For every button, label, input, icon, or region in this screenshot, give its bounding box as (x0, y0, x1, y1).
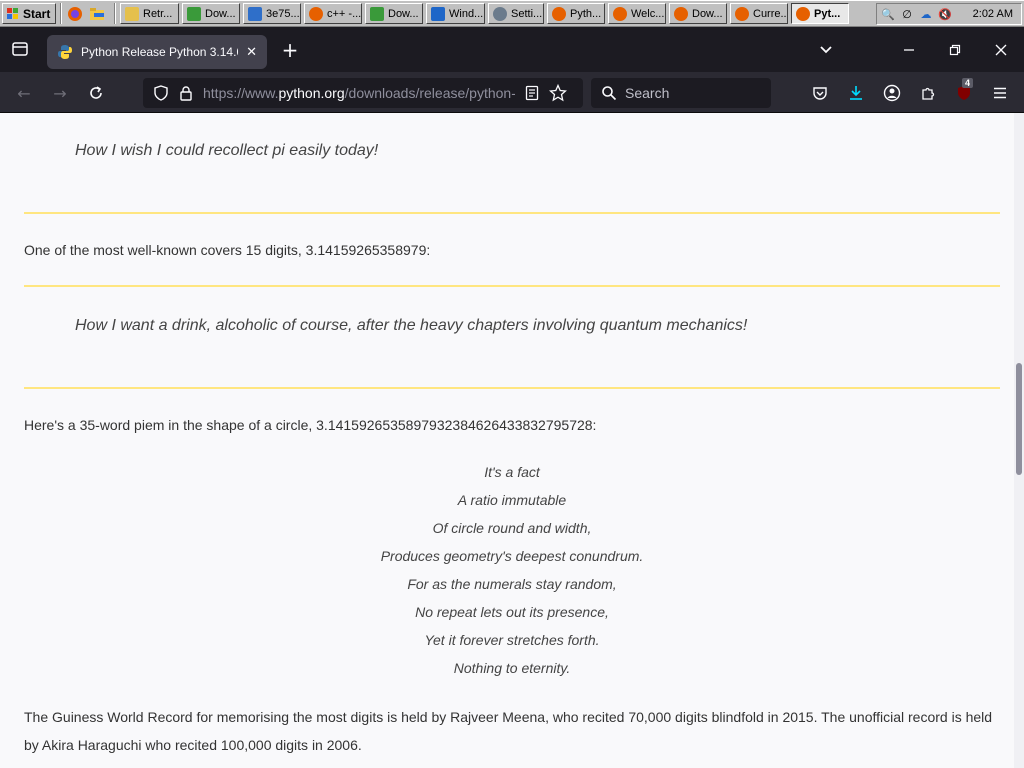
search-tray-icon[interactable]: 🔍 (881, 7, 895, 21)
taskbar-button-downloads-ff[interactable]: Dow... (669, 3, 727, 24)
blockquote-piem-1: How I wish I could recollect pi easily t… (75, 142, 379, 159)
taskbar-button-cpp[interactable]: c++ -... (304, 3, 362, 24)
extension-badge: 4 (962, 78, 974, 88)
taskbar-button-welcome[interactable]: Welc... (608, 3, 666, 24)
blockquote-piem-2: How I want a drink, alcoholic of course,… (75, 317, 748, 334)
extensions-puzzle-icon[interactable] (918, 83, 938, 103)
taskbar-button-downloads[interactable]: Dow... (365, 3, 423, 24)
url-path: /downloads/release/python-3140a1/ (344, 85, 515, 101)
clock[interactable]: 2:02 AM (973, 8, 1013, 20)
firefox-icon (735, 6, 749, 21)
poem-line: Produces geometry's deepest conundrum. (380, 548, 644, 564)
system-tray: 🔍 ∅ ☁ 🔇 2:02 AM (876, 3, 1022, 25)
poem-line: Of circle round and width, (432, 520, 592, 536)
downloads-icon[interactable] (846, 83, 866, 103)
volume-muted-icon[interactable]: 🔇 (938, 7, 952, 21)
tracking-protection-shield-icon[interactable] (153, 85, 169, 101)
taskbar-button-windows[interactable]: Wind... (426, 3, 485, 24)
forward-icon[interactable]: → (50, 83, 70, 103)
divider (24, 285, 1000, 287)
close-tab-icon[interactable]: ✕ (246, 44, 257, 60)
new-tab-icon[interactable]: + (280, 38, 300, 62)
firefox-icon (613, 6, 627, 21)
lock-icon[interactable] (179, 85, 193, 101)
url-field[interactable]: https://www.python.org/downloads/release… (203, 85, 515, 101)
tab-title: Python Release Python 3.14.0a1 (81, 45, 238, 59)
paragraph-15-digits: One of the most well-known covers 15 dig… (24, 242, 431, 258)
restore-icon[interactable] (945, 40, 965, 60)
taskbar-button-retro[interactable]: Retr... (120, 3, 179, 24)
taskbar-button-python[interactable]: Pyth... (547, 3, 605, 24)
taskbar-button-settings[interactable]: Setti... (488, 3, 544, 24)
windows-logo-icon (7, 7, 18, 19)
start-button[interactable]: Start (2, 3, 56, 24)
network-tray-icon[interactable]: ∅ (900, 7, 914, 21)
shield-icon (431, 6, 445, 21)
taskbar-separator (60, 3, 62, 24)
image-icon (248, 6, 262, 21)
url-host: python.org (278, 85, 345, 101)
folder-icon (125, 6, 139, 21)
firefox-icon (552, 6, 566, 21)
back-icon[interactable]: ← (14, 83, 34, 103)
url-prefix: https://www. (203, 85, 279, 101)
firefox-quicklaunch-icon[interactable] (66, 5, 84, 23)
bookmark-star-icon[interactable] (549, 84, 567, 102)
circle-poem: It's a fact A ratio immutable Of circle … (0, 458, 1014, 682)
poem-line: Nothing to eternity. (453, 660, 571, 676)
pocket-icon[interactable] (810, 83, 830, 103)
list-all-tabs-icon[interactable] (816, 40, 836, 60)
python-favicon-icon (58, 45, 72, 59)
poem-line: For as the numerals stay random, (407, 576, 617, 592)
taskbar-button-downloads[interactable]: Dow... (182, 3, 240, 24)
page-scrollbar[interactable] (1014, 113, 1024, 768)
firefox-icon (309, 6, 323, 21)
download-icon (370, 6, 384, 21)
paragraph-35-word-piem: Here's a 35-word piem in the shape of a … (24, 417, 597, 433)
taskbar-button-current[interactable]: Curre... (730, 3, 788, 24)
search-placeholder: Search (625, 85, 670, 101)
reader-view-icon[interactable] (525, 85, 539, 101)
taskbar-separator (114, 3, 116, 24)
close-window-icon[interactable] (991, 40, 1011, 60)
paragraph-world-record: The Guiness World Record for memorising … (24, 709, 993, 753)
start-label: Start (23, 6, 51, 21)
divider (24, 212, 1000, 214)
folder-quicklaunch-icon[interactable] (88, 5, 106, 23)
search-icon (602, 86, 617, 101)
poem-line: It's a fact (484, 464, 540, 480)
page-content: How I wish I could recollect pi easily t… (0, 113, 1014, 768)
divider (24, 387, 1000, 389)
poem-line: No repeat lets out its presence, (415, 604, 609, 620)
firefox-icon (796, 6, 810, 21)
reload-icon[interactable] (86, 83, 106, 103)
hamburger-menu-icon[interactable] (990, 83, 1010, 103)
taskbar-button-3e75[interactable]: 3e75... (243, 3, 301, 24)
minimize-icon[interactable] (899, 40, 919, 60)
scrollbar-thumb[interactable] (1016, 363, 1022, 475)
weather-tray-icon[interactable]: ☁ (919, 7, 933, 21)
poem-line: Yet it forever stretches forth. (424, 632, 600, 648)
gear-icon (493, 6, 507, 21)
ublock-extension-icon[interactable]: 4 (954, 78, 974, 103)
account-icon[interactable] (882, 83, 902, 103)
firefox-icon (674, 6, 688, 21)
download-icon (187, 6, 201, 21)
tab-overview-icon[interactable] (10, 39, 30, 59)
taskbar: Start Retr... Dow... 3e75... c++ -... Do… (0, 0, 1024, 27)
address-bar[interactable]: https://www.python.org/downloads/release… (143, 78, 583, 108)
taskbar-button-python-active[interactable]: Pyt... (791, 3, 849, 24)
poem-line: A ratio immutable (457, 492, 567, 508)
search-bar[interactable]: Search (591, 78, 771, 108)
tab-python-release[interactable]: Python Release Python 3.14.0a1 ✕ (47, 35, 267, 69)
